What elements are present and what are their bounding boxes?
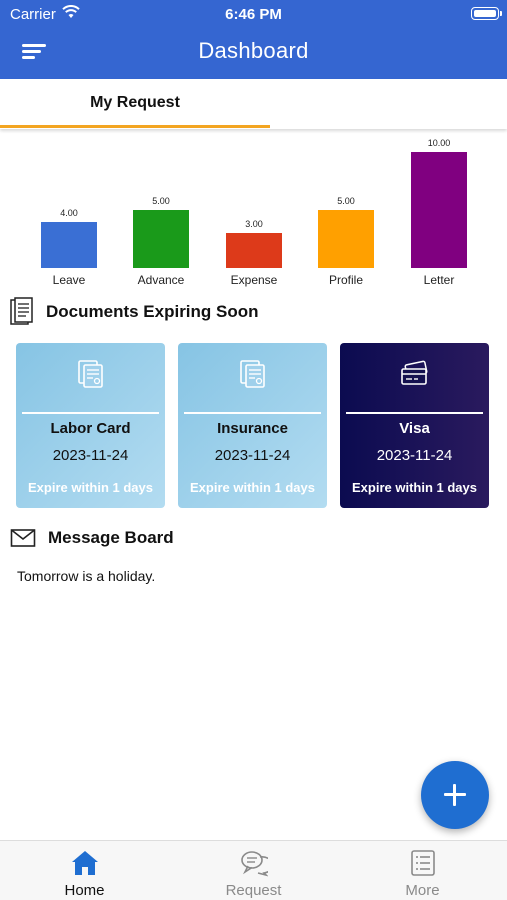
page-title: Dashboard [198, 38, 309, 63]
bar-category-label: Letter [423, 273, 455, 287]
bar-expense [226, 233, 282, 268]
bar-letter [411, 152, 467, 268]
bar-value-label: 5.00 [337, 196, 355, 206]
battery-icon [471, 7, 502, 20]
bar-category-label: Leave [52, 273, 86, 287]
add-button[interactable] [421, 761, 489, 829]
bar-category-label: Profile [328, 273, 363, 287]
document-card-visa[interactable]: Visa 2023-11-24 Expire within 1 days [340, 343, 489, 508]
bar-leave [41, 222, 97, 268]
tab-indicator [0, 125, 270, 128]
bar-profile [318, 210, 374, 268]
document-card-insurance[interactable]: Insurance 2023-11-24 Expire within 1 day… [178, 343, 327, 508]
home-icon [72, 851, 98, 875]
card-name: Insurance [217, 420, 288, 437]
nav-request-label: Request [225, 882, 282, 899]
message-board-title: Message Board [48, 528, 174, 547]
request-bar-chart: 4.00 Leave 5.00 Advance 3.00 Expense 5.00 Profi… [0, 135, 507, 295]
card-name: Labor Card [50, 420, 131, 437]
card-divider [184, 412, 321, 414]
document-cards: Labor Card 2023-11-24 Expire within 1 da… [16, 343, 491, 508]
card-date: 2023-11-24 [376, 447, 453, 464]
bar-value-label: 3.00 [245, 219, 263, 229]
document-icon [78, 360, 103, 388]
nav-home-label: Home [64, 882, 105, 899]
bar-category-label: Expense [230, 273, 278, 287]
documents-section-title: Documents Expiring Soon [46, 302, 259, 321]
list-icon [411, 850, 435, 876]
bar-category-label: Advance [137, 273, 185, 287]
tab-bar: My Request [0, 79, 507, 129]
nav-request[interactable]: Request [169, 841, 338, 900]
envelope-icon [10, 529, 36, 547]
card-name: Visa [399, 420, 430, 437]
card-divider [22, 412, 159, 414]
documents-section-header: Documents Expiring Soon [10, 297, 259, 327]
tab-my-request[interactable]: My Request [0, 79, 270, 129]
nav-more-label: More [405, 882, 440, 899]
clock: 6:46 PM [225, 6, 282, 23]
document-icon [240, 360, 265, 388]
card-date: 2023-11-24 [214, 447, 291, 464]
nav-more[interactable]: More [338, 841, 507, 900]
nav-home[interactable]: Home [0, 841, 169, 900]
bar-value-label: 5.00 [152, 196, 170, 206]
status-bar: Carrier 6:46 PM [0, 0, 507, 30]
card-expiry: Expire within 1 days [190, 480, 315, 495]
chat-bubble-icon [241, 851, 268, 877]
card-expiry: Expire within 1 days [352, 480, 477, 495]
bar-advance [133, 210, 189, 268]
message-board-header: Message Board [10, 523, 174, 553]
bottom-navigation: Home Request More [0, 840, 507, 900]
message-text: Tomorrow is a holiday. [17, 568, 156, 584]
document-card-labor-card[interactable]: Labor Card 2023-11-24 Expire within 1 da… [16, 343, 165, 508]
bar-value-label: 10.00 [427, 138, 451, 148]
credit-card-icon [401, 360, 428, 385]
app-header: Carrier 6:46 PM Dashboard [0, 0, 507, 79]
document-list-icon [10, 297, 33, 325]
card-expiry: Expire within 1 days [28, 480, 153, 495]
bar-value-label: 4.00 [60, 208, 78, 218]
card-divider [346, 412, 483, 414]
card-date: 2023-11-24 [52, 447, 129, 464]
